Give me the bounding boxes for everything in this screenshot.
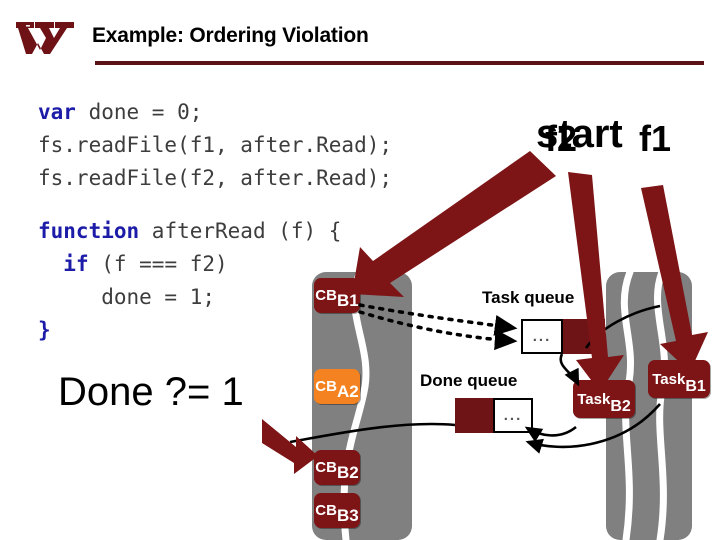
code-text: done = 1; [38, 285, 216, 309]
file-label-f2: f2 [545, 118, 578, 159]
code-line: done = 1; [38, 281, 392, 314]
file-label-f1: f1 [639, 118, 672, 159]
arrow-done-to-cbb2 [262, 419, 318, 474]
code-text: (f === f2) [88, 252, 228, 276]
code-keyword: } [38, 318, 51, 342]
code-keyword: if [63, 252, 89, 276]
code-block: var done = 0; fs.readFile(f1, after.Read)… [38, 96, 392, 347]
code-line: var done = 0; [38, 96, 392, 129]
code-keyword: function [38, 219, 140, 243]
code-line: function afterRead (f) { [38, 215, 392, 248]
code-line: if (f === f2) [38, 248, 392, 281]
code-text: afterRead (f) { [139, 219, 342, 243]
code-text: fs.readFile(f1, after.Read); [38, 133, 393, 157]
done-check-annotation: Done ?= 1 [58, 370, 244, 414]
arrow-start-f2-to-taskb2 [568, 172, 624, 392]
code-line: fs.readFile(f1, after.Read); [38, 129, 392, 162]
code-line: } [38, 314, 392, 347]
code-line: fs.readFile(f2, after.Read); [38, 162, 392, 195]
code-text: done = 0; [75, 100, 203, 124]
code-keyword: var [38, 100, 76, 124]
code-text: fs.readFile(f2, after.Read); [38, 166, 393, 190]
arrow-start-f1-to-taskb1 [641, 185, 708, 372]
